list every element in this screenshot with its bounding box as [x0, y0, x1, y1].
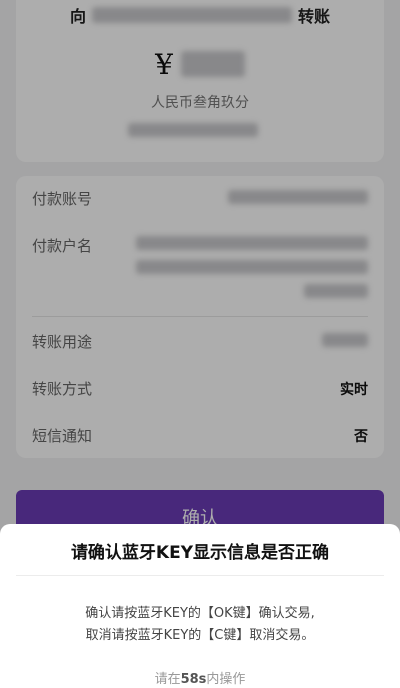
- sheet-divider: [16, 575, 384, 576]
- countdown-prefix: 请在: [154, 672, 181, 687]
- countdown-text: 请在58s内操作: [0, 668, 400, 687]
- instruction-cancel: 取消请按蓝牙KEY的【C键】取消交易。: [85, 628, 315, 643]
- bluetooth-key-confirm-sheet: 请确认蓝牙KEY显示信息是否正确 确认请按蓝牙KEY的【OK键】确认交易, 取消…: [0, 524, 400, 688]
- countdown-suffix: 内操作: [206, 672, 246, 687]
- countdown-seconds: 58s: [180, 672, 207, 687]
- transfer-confirm-page: 向 转账 ¥ 人民币叁角玖分 付款账号 付款户名 转账用途 转账方式 实时 短信…: [0, 0, 400, 688]
- instruction-confirm: 确认请按蓝牙KEY的【OK键】确认交易,: [85, 606, 315, 621]
- sheet-title: 请确认蓝牙KEY显示信息是否正确: [70, 543, 330, 563]
